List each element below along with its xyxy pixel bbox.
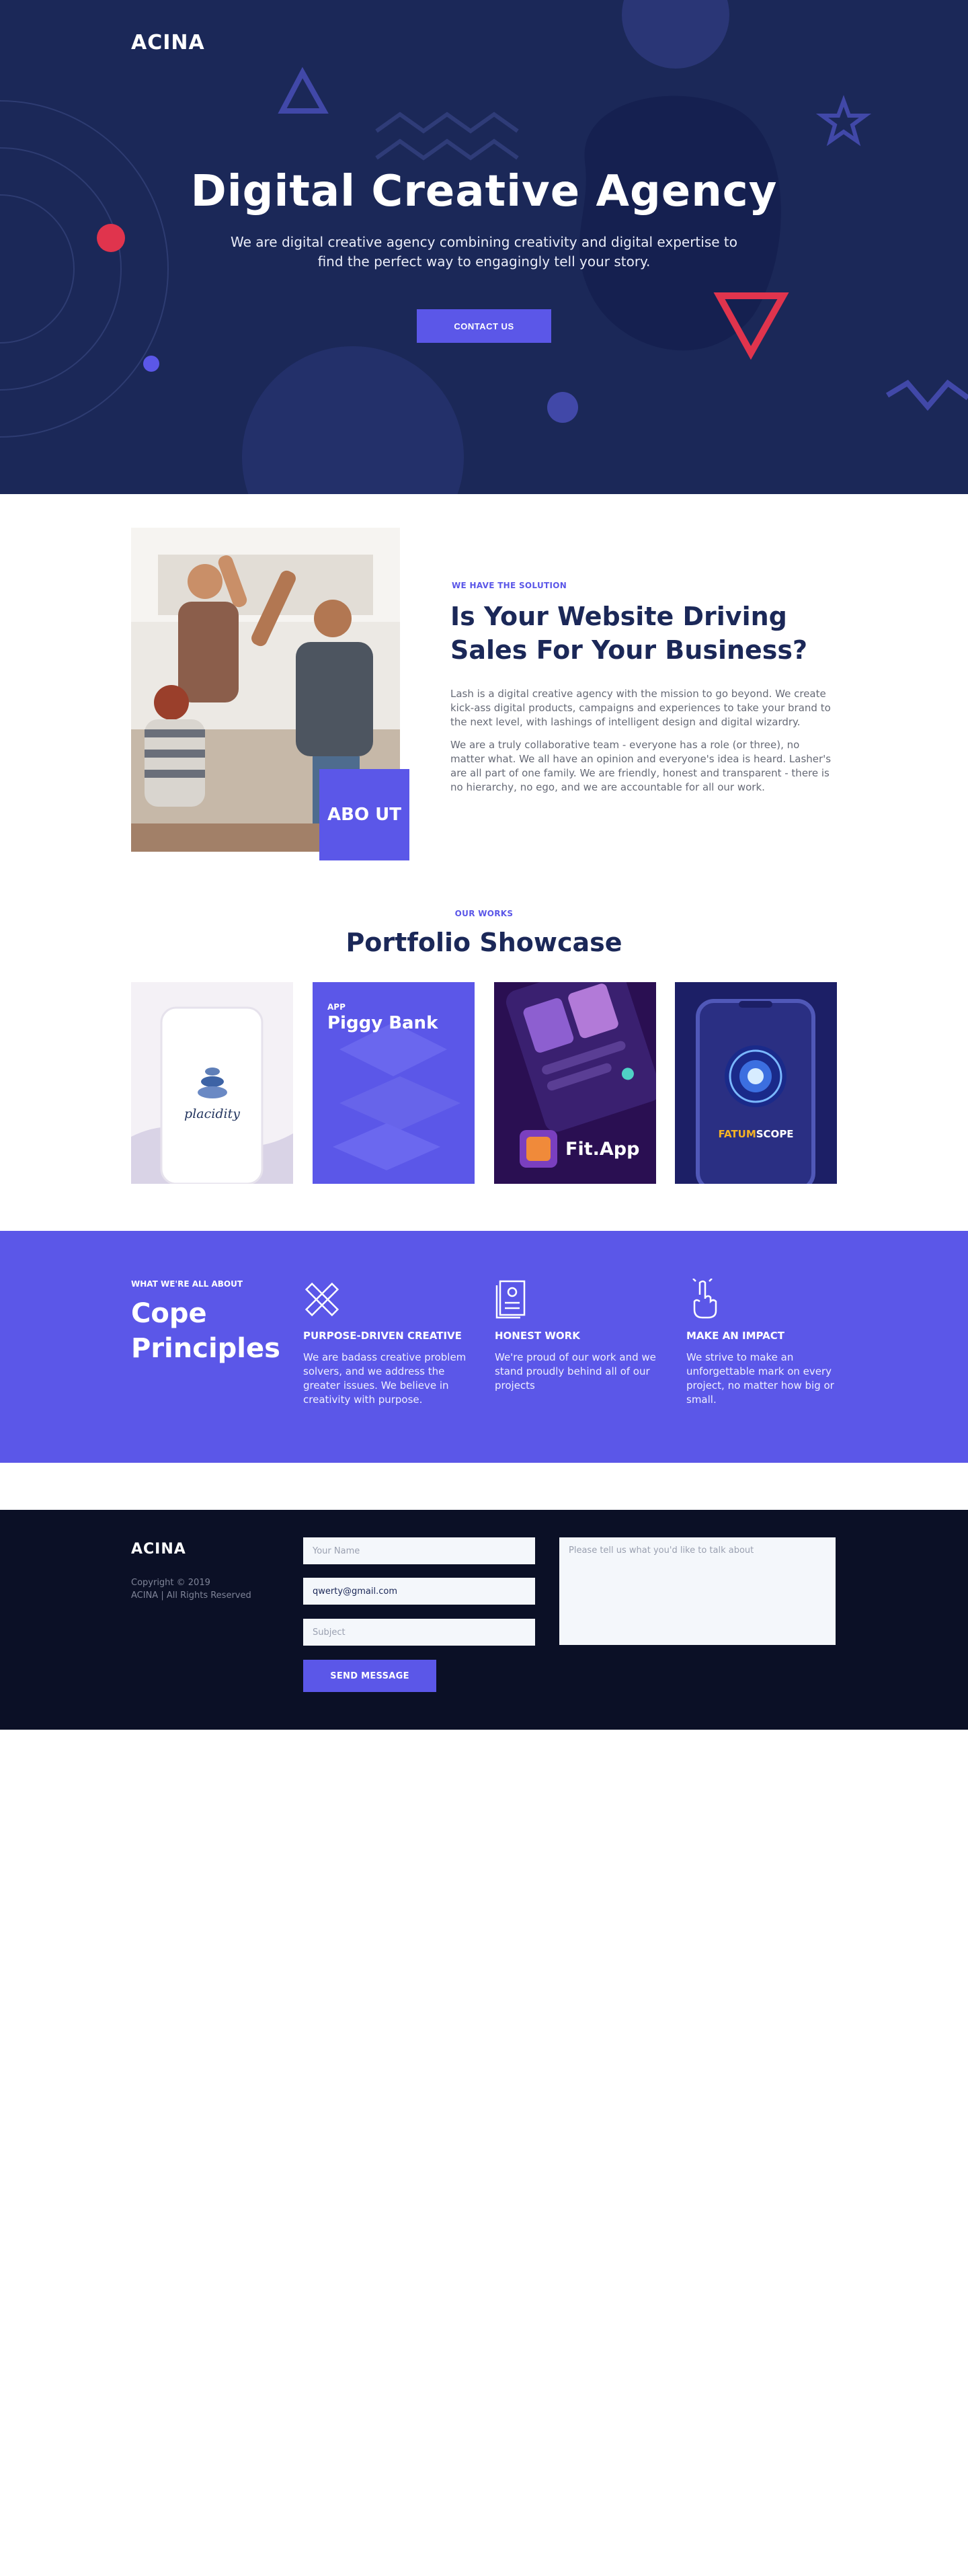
principle-purpose-driven: PURPOSE-DRIVEN CREATIVE We are badass cr…	[303, 1279, 468, 1407]
footer-copyright: Copyright © 2019 ACINA | All Rights Rese…	[131, 1576, 286, 1602]
placidity-name: placidity	[184, 1106, 240, 1121]
rights-line: ACINA | All Rights Reserved	[131, 1591, 251, 1601]
principle-text-3: We strive to make an unforgettable mark …	[686, 1351, 834, 1406]
placidity-preview	[131, 982, 293, 1184]
fatumscope-name: FATUMSCOPE	[675, 1128, 837, 1140]
hand-pointer-icon	[686, 1276, 851, 1320]
principle-make-impact: MAKE AN IMPACT We strive to make an unfo…	[686, 1276, 851, 1407]
portfolio-card-placidity[interactable]: placidity	[131, 982, 293, 1184]
portfolio-card-fatumscope[interactable]: FATUMSCOPE	[675, 982, 837, 1184]
piggy-bank-preview	[313, 982, 475, 1184]
about-eyebrow: WE HAVE THE SOLUTION	[452, 581, 567, 590]
principle-title-2: HONEST WORK	[495, 1330, 580, 1342]
piggy-bank-name: Piggy Bank	[327, 1013, 438, 1033]
hero-subtitle: We are digital creative agency combining…	[230, 234, 737, 270]
principle-text-2: We're proud of our work and we stand pro…	[495, 1351, 656, 1392]
portfolio-card-piggy-bank[interactable]: APP Piggy Bank	[313, 982, 475, 1184]
name-input[interactable]	[303, 1537, 535, 1564]
pencil-ruler-icon	[303, 1279, 468, 1320]
principles-title: Cope Principles	[131, 1298, 280, 1364]
fatumscope-name-b: SCOPE	[756, 1128, 794, 1140]
about-paragraph-1: Lash is a digital creative agency with t…	[450, 688, 831, 728]
fit-app-name: Fit.App	[565, 1139, 640, 1160]
piggy-bank-tag: APP	[327, 1002, 346, 1012]
document-icon	[495, 1279, 659, 1320]
portfolio-eyebrow: OUR WORKS	[454, 909, 514, 918]
principles-eyebrow: WHAT WE'RE ALL ABOUT	[131, 1279, 243, 1289]
portfolio-card-fit-app[interactable]: Fit.App	[494, 982, 656, 1184]
subject-input[interactable]	[303, 1619, 535, 1646]
contact-us-button[interactable]: CONTACT US	[417, 309, 551, 343]
principle-honest-work: HONEST WORK We're proud of our work and …	[495, 1279, 659, 1393]
message-textarea[interactable]	[559, 1537, 836, 1645]
fatumscope-name-a: FATUM	[718, 1128, 756, 1140]
site-logo[interactable]: ACINA	[131, 31, 205, 54]
copyright-line: Copyright © 2019	[131, 1578, 210, 1588]
fatumscope-preview	[675, 982, 837, 1184]
about-title: Is Your Website Driving Sales For Your B…	[450, 602, 808, 665]
hero-section: ACINA Digital Creative Agency We are dig…	[0, 0, 968, 494]
principle-title-3: MAKE AN IMPACT	[686, 1330, 784, 1342]
email-input[interactable]	[303, 1578, 535, 1605]
hero-title: Digital Creative Agency	[190, 167, 778, 216]
principle-title-1: PURPOSE-DRIVEN CREATIVE	[303, 1330, 462, 1342]
principle-text-1: We are badass creative problem solvers, …	[303, 1351, 467, 1406]
send-message-button[interactable]: SEND MESSAGE	[303, 1660, 436, 1692]
footer-logo[interactable]: ACINA	[131, 1541, 186, 1558]
portfolio-title: Portfolio Showcase	[346, 928, 622, 957]
about-badge: ABO UT	[319, 769, 409, 860]
about-paragraph-2: We are a truly collaborative team - ever…	[450, 739, 832, 793]
